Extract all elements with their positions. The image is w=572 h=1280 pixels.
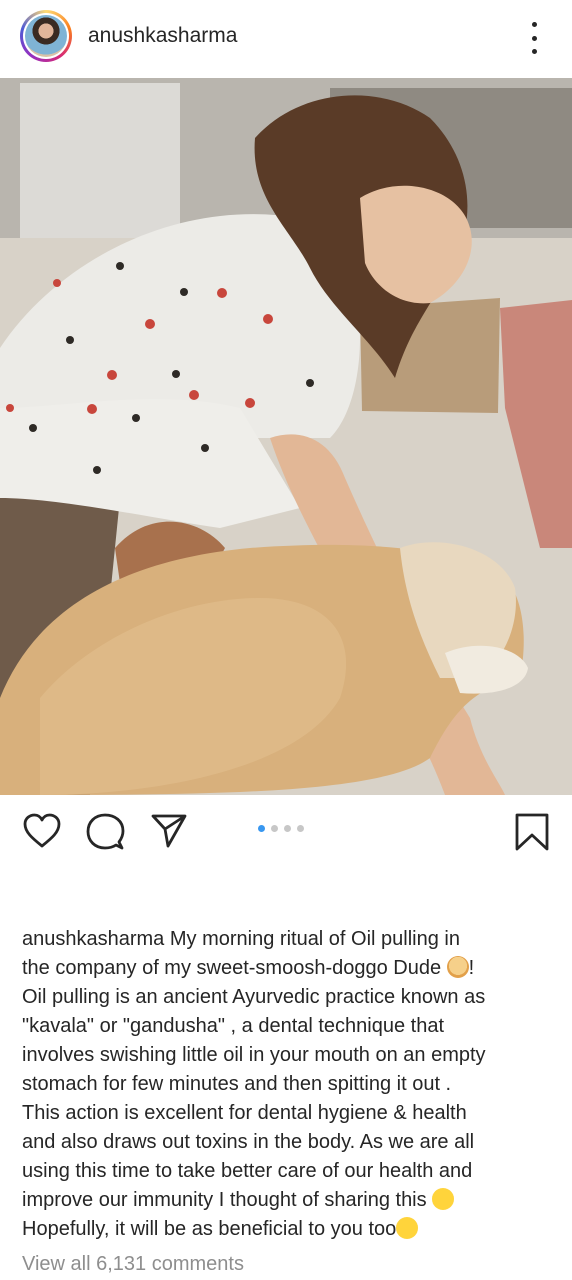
send-icon[interactable] bbox=[150, 812, 188, 850]
carousel-dot bbox=[297, 825, 304, 832]
post-caption: anushkasharma My morning ritual of Oil p… bbox=[22, 925, 554, 1244]
caption-text: and also draws out toxins in the body. A… bbox=[22, 1131, 475, 1153]
view-all-comments-link[interactable]: View all 6,131 comments bbox=[22, 1253, 244, 1276]
caption-text: "kavala" or "gandusha" , a dental techni… bbox=[22, 1015, 445, 1037]
carousel-indicator bbox=[258, 825, 304, 832]
dog-emoji-icon bbox=[446, 956, 469, 978]
post-header: anushkasharma bbox=[0, 0, 572, 78]
caption-text: ! bbox=[468, 957, 475, 979]
comment-bubble-icon[interactable] bbox=[85, 812, 125, 852]
caption-text: involves swishing little oil in your mou… bbox=[22, 1044, 486, 1066]
caption-text: Hopefully, it will be as beneficial to y… bbox=[22, 1218, 397, 1240]
smile-emoji-icon bbox=[432, 1188, 455, 1210]
caption-text: This action is excellent for dental hygi… bbox=[22, 1102, 467, 1124]
caption-text: stomach for few minutes and then spittin… bbox=[22, 1073, 452, 1095]
carousel-dot-active bbox=[258, 825, 265, 832]
post-username[interactable]: anushkasharma bbox=[88, 24, 237, 48]
post-actions bbox=[0, 800, 572, 860]
post-photo-illustration bbox=[0, 78, 572, 795]
avatar-image bbox=[25, 15, 67, 57]
heart-icon[interactable] bbox=[22, 812, 62, 850]
caption-text: the company of my sweet-smoosh-doggo Dud… bbox=[22, 957, 442, 979]
caption-text: My morning ritual of Oil pulling in bbox=[169, 928, 460, 950]
carousel-dot bbox=[271, 825, 278, 832]
hug-emoji-icon bbox=[396, 1217, 419, 1239]
caption-text: Oil pulling is an ancient Ayurvedic prac… bbox=[22, 986, 486, 1008]
caption-text: improve our immunity I thought of sharin… bbox=[22, 1189, 427, 1211]
caption-text: using this time to take better care of o… bbox=[22, 1160, 473, 1182]
post-photo[interactable] bbox=[0, 78, 572, 795]
avatar[interactable] bbox=[20, 10, 72, 62]
carousel-dot bbox=[284, 825, 291, 832]
bookmark-icon[interactable] bbox=[514, 812, 550, 852]
more-vertical-icon[interactable] bbox=[522, 22, 546, 54]
caption-username[interactable]: anushkasharma bbox=[22, 928, 164, 950]
